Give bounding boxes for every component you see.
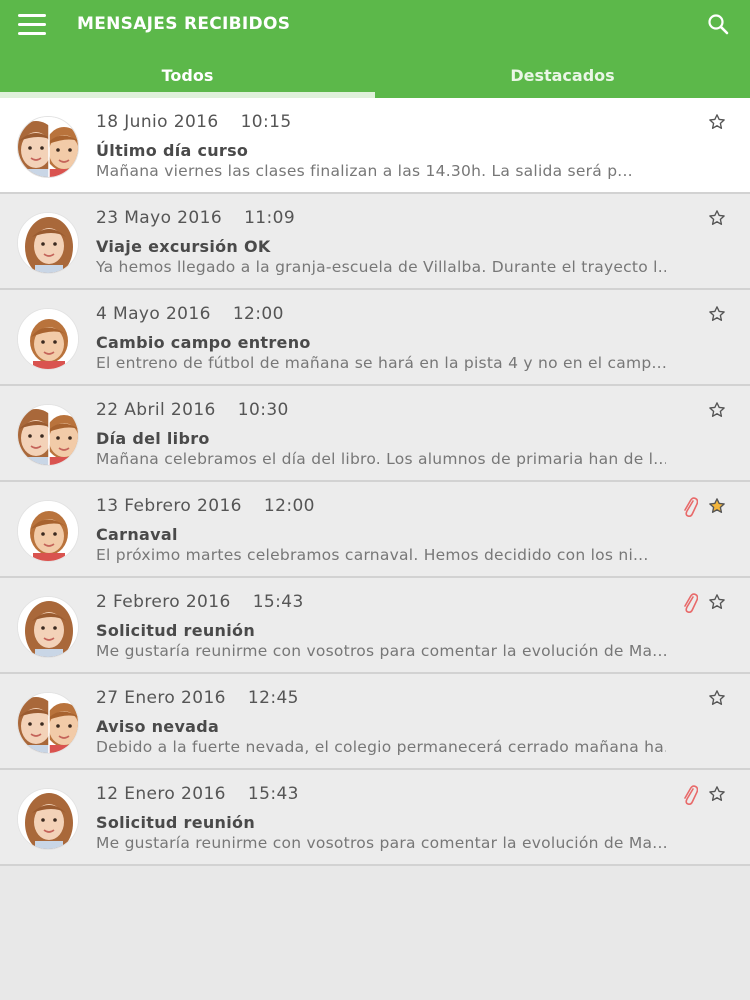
message-preview: El entreno de fútbol de mañana se hará e…: [96, 354, 666, 372]
star-outline-icon[interactable]: [708, 785, 726, 803]
star-outline-icon[interactable]: [708, 401, 726, 419]
message-time: 12:45: [247, 688, 299, 708]
message-time: 12:00: [263, 496, 315, 516]
message-date-text: 12 Enero 2016: [96, 784, 226, 804]
message-date: 22 Abril 2016 10:30: [96, 400, 289, 420]
avatar: [17, 500, 79, 562]
tab-destacados[interactable]: Destacados: [375, 52, 750, 98]
paperclip-icon: [682, 496, 699, 518]
message-item[interactable]: 22 Abril 2016 10:30 Día del libro Mañana ce…: [0, 386, 750, 482]
message-subject: Viaje excursión OK: [96, 237, 271, 256]
message-time: 10:15: [240, 112, 292, 132]
message-date: 2 Febrero 2016 15:43: [96, 592, 304, 612]
message-preview: El próximo martes celebramos carnaval. H…: [96, 546, 649, 564]
tab-todos[interactable]: Todos: [0, 52, 375, 98]
message-date-text: 18 Junio 2016: [96, 112, 219, 132]
message-item[interactable]: 27 Enero 2016 12:45 Aviso nevada Debido a l…: [0, 674, 750, 770]
message-subject: Solicitud reunión: [96, 813, 256, 832]
message-date: 4 Mayo 2016 12:00: [96, 304, 284, 324]
message-preview: Ya hemos llegado a la granja-escuela de …: [96, 258, 666, 276]
message-date-text: 23 Mayo 2016: [96, 208, 223, 228]
message-date: 27 Enero 2016 12:45: [96, 688, 299, 708]
avatar: [17, 404, 79, 466]
message-time: 10:30: [237, 400, 289, 420]
star-outline-icon[interactable]: [708, 113, 726, 131]
message-item[interactable]: 4 Mayo 2016 12:00 Cambio campo entreno El e…: [0, 290, 750, 386]
message-subject: Aviso nevada: [96, 717, 220, 736]
message-preview: Mañana celebramos el día del libro. Los …: [96, 450, 666, 468]
star-outline-icon[interactable]: [708, 593, 726, 611]
message-item[interactable]: 23 Mayo 2016 11:09 Viaje excursión OK Ya he…: [0, 194, 750, 290]
app-bar: MENSAJES RECIBIDOS Todos Destacados: [0, 0, 750, 98]
message-preview: Me gustaría reunirme con vosotros para c…: [96, 834, 666, 852]
message-item[interactable]: 18 Junio 2016 10:15 Último día curso Mañana…: [0, 98, 750, 194]
search-icon[interactable]: [706, 12, 730, 36]
message-time: 15:43: [247, 784, 299, 804]
avatar: [17, 308, 79, 370]
message-subject: Carnaval: [96, 525, 178, 544]
message-time: 12:00: [232, 304, 284, 324]
hamburger-menu-icon[interactable]: [14, 10, 50, 40]
avatar: [17, 788, 79, 850]
message-subject: Día del libro: [96, 429, 210, 448]
star-filled-icon[interactable]: [708, 497, 726, 515]
message-preview: Me gustaría reunirme con vosotros para c…: [96, 642, 666, 660]
star-outline-icon[interactable]: [708, 209, 726, 227]
star-outline-icon[interactable]: [708, 689, 726, 707]
message-date-text: 4 Mayo 2016: [96, 304, 211, 324]
message-list: 18 Junio 2016 10:15 Último día curso Mañana…: [0, 98, 750, 866]
message-subject: Último día curso: [96, 141, 249, 160]
page-title: MENSAJES RECIBIDOS: [77, 14, 291, 34]
message-preview: Mañana viernes las clases finalizan a la…: [96, 162, 633, 180]
avatar: [17, 116, 79, 178]
paperclip-icon: [682, 592, 699, 614]
message-preview: Debido a la fuerte nevada, el colegio pe…: [96, 738, 666, 756]
message-date-text: 2 Febrero 2016: [96, 592, 231, 612]
message-time: 15:43: [252, 592, 304, 612]
message-subject: Solicitud reunión: [96, 621, 256, 640]
message-time: 11:09: [244, 208, 296, 228]
avatar: [17, 596, 79, 658]
message-date: 13 Febrero 2016 12:00: [96, 496, 315, 516]
paperclip-icon: [682, 784, 699, 806]
star-outline-icon[interactable]: [708, 305, 726, 323]
message-item[interactable]: 13 Febrero 2016 12:00 Carnaval El próximo m…: [0, 482, 750, 578]
message-date: 12 Enero 2016 15:43: [96, 784, 299, 804]
message-date-text: 27 Enero 2016: [96, 688, 226, 708]
message-subject: Cambio campo entreno: [96, 333, 311, 352]
message-item[interactable]: 12 Enero 2016 15:43 Solicitud reunión Me gu…: [0, 770, 750, 866]
tab-bar: Todos Destacados: [0, 52, 750, 98]
avatar: [17, 212, 79, 274]
message-date: 23 Mayo 2016 11:09: [96, 208, 295, 228]
message-date-text: 13 Febrero 2016: [96, 496, 242, 516]
avatar: [17, 692, 79, 754]
message-item[interactable]: 2 Febrero 2016 15:43 Solicitud reunión Me g…: [0, 578, 750, 674]
message-date-text: 22 Abril 2016: [96, 400, 216, 420]
message-date: 18 Junio 2016 10:15: [96, 112, 292, 132]
